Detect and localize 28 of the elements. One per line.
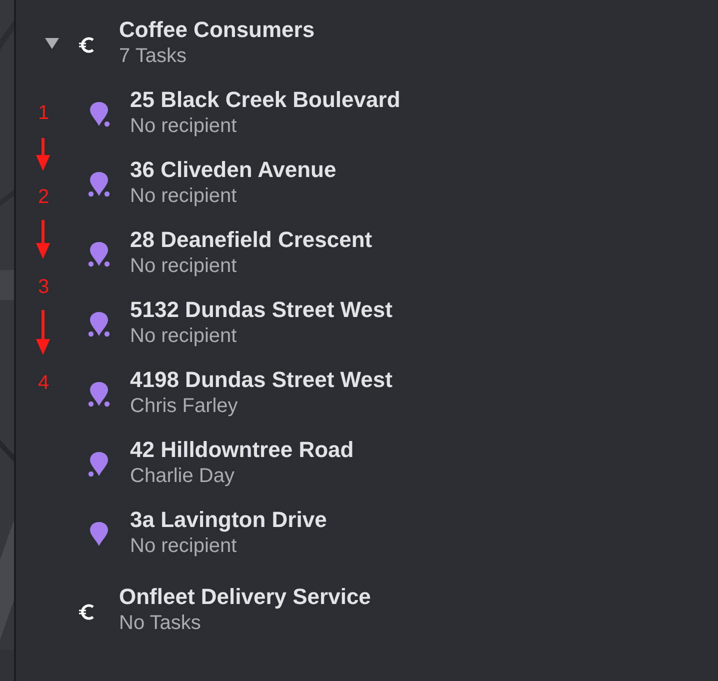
collapse-caret-icon[interactable] xyxy=(45,38,59,49)
task-address[interactable]: 25 Black Creek Boulevard xyxy=(130,87,400,113)
step-number: 3 xyxy=(38,276,50,298)
down-arrow-icon xyxy=(36,310,50,355)
task-recipient: No recipient xyxy=(130,254,238,279)
task-address[interactable]: 28 Deanefield Crescent xyxy=(130,227,372,253)
task-recipient: No recipient xyxy=(130,534,238,559)
step-number: 4 xyxy=(38,372,50,394)
team-icon xyxy=(78,34,96,52)
team-name[interactable]: Coffee Consumers xyxy=(119,17,315,43)
task-recipient: Chris Farley xyxy=(130,394,239,419)
task-address[interactable]: 42 Hilldowntree Road xyxy=(130,437,354,463)
down-arrow-icon xyxy=(36,138,50,171)
task-count: No Tasks xyxy=(119,611,202,636)
step-number: 2 xyxy=(38,186,50,208)
task-address[interactable]: 3a Lavington Drive xyxy=(130,507,327,533)
task-address[interactable]: 4198 Dundas Street West xyxy=(130,367,392,393)
down-arrow-icon xyxy=(36,220,50,259)
team-name[interactable]: Onfleet Delivery Service xyxy=(119,584,371,610)
team-icon xyxy=(78,602,96,620)
task-recipient: No recipient xyxy=(130,324,238,349)
step-number: 1 xyxy=(38,102,50,124)
task-address[interactable]: 36 Cliveden Avenue xyxy=(130,157,336,183)
task-recipient: No recipient xyxy=(130,184,238,209)
task-address[interactable]: 5132 Dundas Street West xyxy=(130,297,392,323)
task-recipient: No recipient xyxy=(130,114,238,139)
task-recipient: Charlie Day xyxy=(130,464,236,489)
task-count: 7 Tasks xyxy=(119,44,188,69)
